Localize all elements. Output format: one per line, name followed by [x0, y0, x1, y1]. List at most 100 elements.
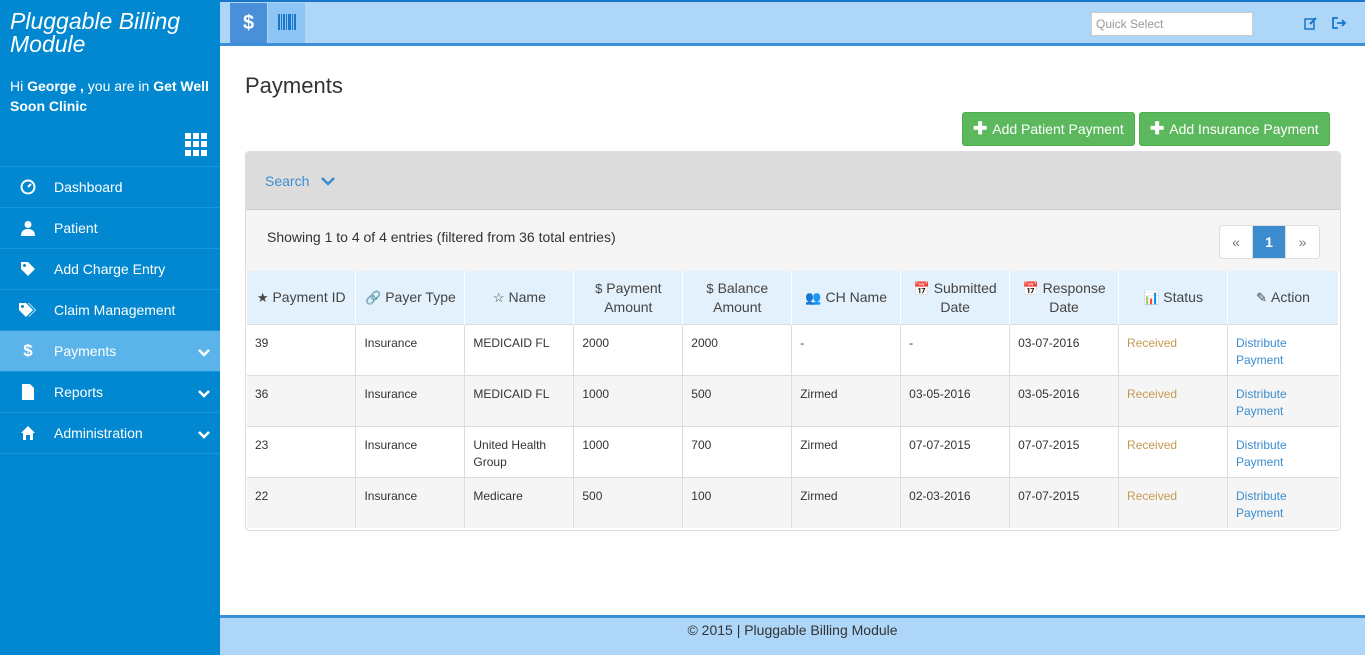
table-info-row: Showing 1 to 4 of 4 entries (filtered fr…	[246, 209, 1340, 271]
col-status[interactable]: 📊 Status	[1118, 271, 1228, 324]
col-label: Balance	[717, 279, 769, 296]
cell-payment-amount: 2000	[573, 323, 684, 375]
greeting-prefix: Hi	[10, 78, 28, 94]
col-label: Submitted	[933, 279, 997, 296]
dollar-icon: $	[706, 280, 714, 296]
pager-prev[interactable]: «	[1220, 226, 1253, 258]
logout-icon[interactable]	[1330, 14, 1348, 32]
search-toggle[interactable]: Search	[246, 152, 1340, 209]
main-content: Payments ✚ Add Patient Payment ✚ Add Insur…	[220, 46, 1365, 615]
plus-icon: ✚	[973, 119, 988, 138]
cell-balance-amount: 700	[682, 425, 793, 477]
cell-payment-id: 36	[247, 374, 357, 426]
pencil-icon: ✎	[1256, 289, 1267, 305]
add-insurance-payment-button[interactable]: ✚ Add Insurance Payment	[1139, 112, 1330, 146]
table-row: 36 Insurance MEDICAID FL 1000 500 Zirmed…	[247, 374, 1339, 426]
col-label: Status	[1163, 288, 1203, 305]
col-payment-id[interactable]: ★ Payment ID	[247, 271, 357, 324]
dollar-icon: $	[595, 280, 603, 296]
status-badge: Received	[1118, 476, 1228, 528]
sidebar-item-label: Reports	[54, 384, 104, 400]
tab-billing-dollar[interactable]: $	[230, 3, 267, 43]
cell-ch-name: -	[791, 323, 902, 375]
quick-select-input[interactable]	[1091, 12, 1253, 36]
link-text: Payment	[1235, 454, 1284, 469]
cell-payment-id: 23	[247, 425, 357, 477]
sidebar-item-claim-management[interactable]: Claim Management	[0, 290, 220, 331]
button-label: Add Patient Payment	[992, 121, 1124, 137]
sidebar-item-dashboard[interactable]: Dashboard	[0, 167, 220, 208]
distribute-payment-link[interactable]: Distribute Payment	[1236, 387, 1287, 418]
col-label: Payer Type	[385, 288, 456, 305]
cell-payment-amount: 1000	[573, 374, 684, 426]
cell-response-date: 03-05-2016	[1009, 374, 1120, 426]
user-name: George ,	[27, 78, 84, 94]
tab-barcode[interactable]	[268, 3, 305, 43]
pager-next[interactable]: »	[1286, 226, 1319, 258]
col-action: ✎ Action	[1227, 271, 1340, 324]
edit-icon[interactable]	[1302, 14, 1320, 32]
sidebar-item-payments[interactable]: $ Payments	[0, 331, 220, 372]
cell-name: MEDICAID FL	[464, 323, 575, 375]
col-payer-type[interactable]: 🔗 Payer Type	[355, 271, 466, 324]
top-bar: $	[220, 0, 1365, 46]
sidebar-item-label: Payments	[54, 343, 117, 359]
col-balance-amount[interactable]: $ Balance Amount	[682, 271, 793, 324]
col-label: Action	[1270, 288, 1310, 305]
chevron-down-icon	[198, 345, 210, 361]
cell-balance-amount: 500	[682, 374, 793, 426]
cell-name: United Health Group	[464, 425, 575, 477]
button-label: Add Insurance Payment	[1169, 121, 1319, 137]
cell-submitted-date: 03-05-2016	[900, 374, 1011, 426]
cell-ch-name: Zirmed	[791, 374, 902, 426]
cell-submitted-date: 07-07-2015	[900, 425, 1011, 477]
link-icon: 🔗	[365, 289, 382, 305]
cell-action: Distribute Payment	[1227, 374, 1339, 426]
link-text: Distribute	[1235, 335, 1287, 350]
col-label: Response	[1042, 279, 1106, 296]
distribute-payment-link[interactable]: Distribute Payment	[1236, 336, 1287, 367]
status-badge: Received	[1118, 323, 1228, 375]
table-row: 39 Insurance MEDICAID FL 2000 2000 - - 0…	[247, 323, 1339, 375]
col-payment-amount[interactable]: $ Payment Amount	[573, 271, 684, 324]
col-response-date[interactable]: 📅 Response Date	[1009, 271, 1120, 324]
col-ch-name[interactable]: 👥 CH Name	[791, 271, 902, 324]
cell-response-date: 03-07-2016	[1009, 323, 1120, 375]
sidebar-nav: Dashboard Patient Add Charge Entry Claim…	[0, 166, 220, 454]
star-outline-icon: ☆	[492, 289, 505, 305]
brand-title: Pluggable Billing Module	[10, 8, 181, 57]
status-badge: Received	[1118, 374, 1228, 426]
home-icon	[18, 423, 38, 443]
calendar-icon: 📅	[1022, 280, 1039, 296]
distribute-payment-link[interactable]: Distribute Payment	[1236, 438, 1287, 469]
add-patient-payment-button[interactable]: ✚ Add Patient Payment	[962, 112, 1135, 146]
col-label: Date	[940, 298, 970, 315]
col-label: CH Name	[825, 288, 888, 305]
cell-name: MEDICAID FL	[464, 374, 575, 426]
payments-panel: Search Showing 1 to 4 of 4 entries (filt…	[245, 151, 1341, 531]
sidebar-item-administration[interactable]: Administration	[0, 413, 220, 454]
footer: © 2015 | Pluggable Billing Module	[220, 615, 1365, 655]
cell-payer-type: Insurance	[355, 323, 466, 375]
col-submitted-date[interactable]: 📅 Submitted Date	[900, 271, 1011, 324]
distribute-payment-link[interactable]: Distribute Payment	[1236, 489, 1287, 520]
user-icon	[18, 218, 38, 238]
cell-payment-id: 22	[247, 476, 357, 528]
star-icon: ★	[256, 289, 269, 305]
tag-icon	[18, 259, 38, 279]
cell-payer-type: Insurance	[355, 374, 466, 426]
pager-page-1[interactable]: 1	[1253, 226, 1286, 258]
col-name[interactable]: ☆ Name	[464, 271, 575, 324]
cell-action: Distribute Payment	[1227, 476, 1339, 528]
sidebar-item-patient[interactable]: Patient	[0, 208, 220, 249]
apps-grid-icon[interactable]	[185, 133, 208, 156]
cell-action: Distribute Payment	[1227, 323, 1339, 375]
sidebar-item-add-charge-entry[interactable]: Add Charge Entry	[0, 249, 220, 290]
dollar-icon: $	[23, 341, 33, 360]
col-label: Payment ID	[272, 288, 346, 305]
col-label: Date	[1049, 298, 1079, 315]
link-text: Payment	[1235, 403, 1284, 418]
link-text: Payment	[1235, 352, 1284, 367]
sidebar-item-reports[interactable]: Reports	[0, 372, 220, 413]
link-text: Distribute	[1235, 488, 1287, 503]
